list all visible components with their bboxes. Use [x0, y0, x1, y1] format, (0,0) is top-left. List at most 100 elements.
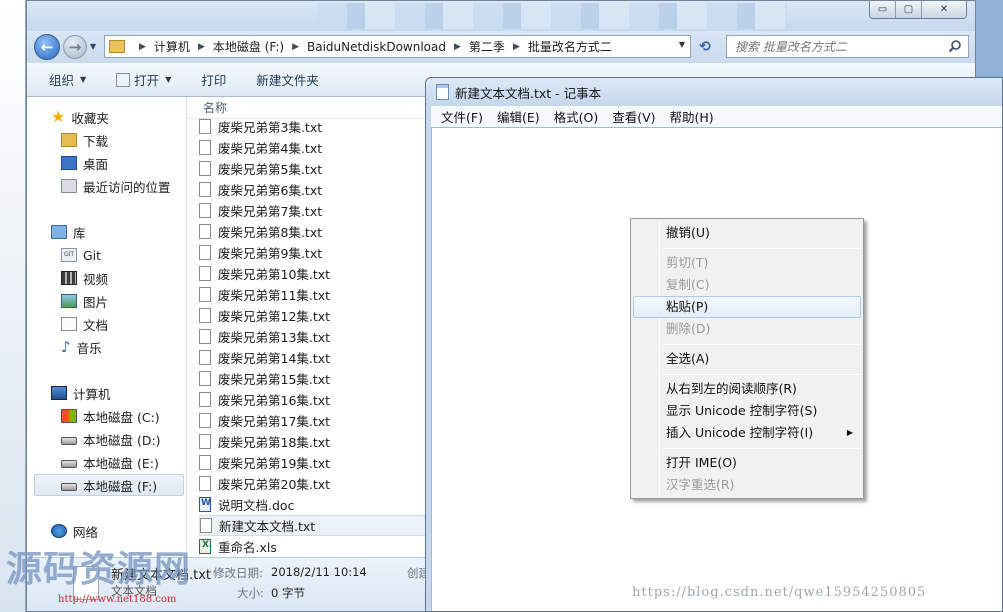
- history-dropdown-icon[interactable]: ▼: [90, 42, 96, 51]
- file-item[interactable]: 废柴兄弟第14集.txt: [199, 347, 427, 368]
- file-item[interactable]: 重命名.xls: [199, 536, 427, 557]
- breadcrumb-season-two[interactable]: 第二季: [469, 38, 505, 55]
- file-item[interactable]: 废柴兄弟第16集.txt: [199, 389, 427, 410]
- nav-computer[interactable]: 计算机: [51, 382, 111, 404]
- print-button[interactable]: 打印: [201, 70, 226, 89]
- file-item[interactable]: 废柴兄弟第5集.txt: [199, 158, 427, 179]
- file-item[interactable]: 废柴兄弟第6集.txt: [199, 179, 427, 200]
- forward-button[interactable]: →: [63, 35, 87, 59]
- breadcrumb-computer[interactable]: 计算机: [154, 38, 190, 55]
- file-item[interactable]: 废柴兄弟第17集.txt: [199, 410, 427, 431]
- nav-videos[interactable]: 视频: [61, 267, 108, 289]
- chevron-right-icon[interactable]: ▶: [292, 42, 299, 52]
- breadcrumb-current-folder[interactable]: 批量改名方式二: [528, 38, 612, 55]
- text-file-icon: [199, 413, 211, 428]
- open-button[interactable]: 打开 ▼: [116, 70, 171, 89]
- text-file-icon: [199, 119, 211, 134]
- file-item-selected[interactable]: 新建文本文档.txt: [199, 515, 427, 536]
- nav-favorites[interactable]: ★ 收藏夹: [51, 106, 109, 128]
- file-item[interactable]: 废柴兄弟第11集.txt: [199, 284, 427, 305]
- nav-drive-c[interactable]: 本地磁盘 (C:): [61, 405, 160, 427]
- nav-documents[interactable]: 文档: [61, 313, 108, 335]
- chevron-right-icon[interactable]: ▶: [139, 42, 146, 52]
- menu-item-paste[interactable]: 粘贴(P): [633, 296, 861, 318]
- navigation-row: ← → ▼ ▶ 计算机 ▶ 本地磁盘 (F:) ▶ BaiduNetdiskDo…: [27, 31, 975, 63]
- menu-item-delete[interactable]: 删除(D): [633, 318, 861, 340]
- nav-libraries[interactable]: 库: [51, 221, 86, 243]
- nav-git[interactable]: GIT Git: [61, 244, 101, 266]
- chevron-right-icon[interactable]: ▶: [454, 42, 461, 52]
- menu-item-rtl-reading[interactable]: 从右到左的阅读顺序(R): [633, 378, 861, 400]
- file-item[interactable]: 废柴兄弟第19集.txt: [199, 452, 427, 473]
- file-item[interactable]: 废柴兄弟第12集.txt: [199, 305, 427, 326]
- background-blur: [317, 3, 787, 29]
- submenu-arrow-icon: ▶: [846, 428, 853, 437]
- file-item[interactable]: 废柴兄弟第8集.txt: [199, 221, 427, 242]
- search-icon[interactable]: [948, 39, 962, 53]
- file-name: 重命名.xls: [218, 540, 277, 555]
- file-item[interactable]: 废柴兄弟第10集.txt: [199, 263, 427, 284]
- menu-item-show-unicode[interactable]: 显示 Unicode 控制字符(S): [633, 400, 861, 422]
- menu-item-undo[interactable]: 撤销(U): [633, 222, 861, 244]
- pictures-icon: [61, 294, 77, 308]
- address-dropdown-icon[interactable]: ▼: [679, 40, 685, 49]
- menu-item-reconversion[interactable]: 汉字重选(R): [633, 474, 861, 496]
- notepad-titlebar[interactable]: 新建文本文档.txt - 记事本: [426, 78, 1002, 106]
- menu-view[interactable]: 查看(V): [612, 107, 655, 126]
- breadcrumb-baidunetdisk[interactable]: BaiduNetdiskDownload: [307, 40, 446, 54]
- nav-drive-f[interactable]: 本地磁盘 (F:): [34, 474, 184, 496]
- file-item[interactable]: 说明文档.doc: [199, 494, 427, 515]
- menu-edit[interactable]: 编辑(E): [497, 107, 540, 126]
- print-label: 打印: [201, 73, 227, 88]
- address-bar[interactable]: ▶ 计算机 ▶ 本地磁盘 (F:) ▶ BaiduNetdiskDownload…: [104, 35, 691, 58]
- breadcrumb-drive-f[interactable]: 本地磁盘 (F:): [213, 38, 284, 55]
- details-size-value: 0 字节: [271, 586, 305, 600]
- notepad-icon: [436, 84, 449, 100]
- menu-file[interactable]: 文件(F): [441, 107, 483, 126]
- organize-button[interactable]: 组织 ▼: [49, 70, 86, 89]
- file-item[interactable]: 废柴兄弟第3集.txt: [199, 116, 427, 137]
- nav-pictures[interactable]: 图片: [61, 290, 108, 312]
- menu-item-cut[interactable]: 剪切(T): [633, 252, 861, 274]
- file-item[interactable]: 废柴兄弟第4集.txt: [199, 137, 427, 158]
- open-with-icon: [116, 72, 131, 87]
- nav-libraries-label: 库: [73, 225, 86, 241]
- back-button[interactable]: ←: [34, 34, 60, 60]
- file-item[interactable]: 废柴兄弟第7集.txt: [199, 200, 427, 221]
- file-item[interactable]: 废柴兄弟第15集.txt: [199, 368, 427, 389]
- refresh-button[interactable]: ⟲: [695, 38, 715, 56]
- chevron-right-icon[interactable]: ▶: [198, 42, 205, 52]
- nav-desktop[interactable]: 桌面: [61, 152, 108, 174]
- new-folder-button[interactable]: 新建文件夹: [256, 70, 319, 89]
- file-name: 废柴兄弟第12集.txt: [218, 309, 331, 324]
- nav-git-label: Git: [83, 247, 102, 263]
- file-item[interactable]: 废柴兄弟第9集.txt: [199, 242, 427, 263]
- git-library-icon: GIT: [61, 248, 77, 262]
- folder-icon: [109, 40, 125, 53]
- nav-videos-label: 视频: [83, 271, 109, 287]
- watermark-blog-url: https://blog.csdn.net/qwe15954250805: [632, 585, 927, 600]
- file-item[interactable]: 废柴兄弟第18集.txt: [199, 431, 427, 452]
- nav-recent[interactable]: 最近访问的位置: [61, 175, 171, 197]
- menu-item-insert-unicode[interactable]: 插入 Unicode 控制字符(I) ▶: [633, 422, 861, 444]
- file-item[interactable]: 废柴兄弟第20集.txt: [199, 473, 427, 494]
- chevron-right-icon[interactable]: ▶: [513, 42, 520, 52]
- menu-item-select-all[interactable]: 全选(A): [633, 348, 861, 370]
- close-button[interactable]: ✕: [922, 1, 966, 18]
- watermark-site-name: 源码资源网: [6, 548, 192, 590]
- search-input[interactable]: [727, 36, 937, 57]
- nav-drive-d[interactable]: 本地磁盘 (D:): [61, 428, 161, 450]
- maximize-button[interactable]: ▢: [896, 1, 922, 18]
- minimize-button[interactable]: ▭: [870, 1, 896, 18]
- text-file-icon: [199, 329, 211, 344]
- nav-downloads[interactable]: 下载: [61, 129, 108, 151]
- menu-item-copy[interactable]: 复制(C): [633, 274, 861, 296]
- nav-drive-e[interactable]: 本地磁盘 (E:): [61, 451, 159, 473]
- nav-network[interactable]: 网络: [51, 520, 98, 542]
- menu-item-open-ime[interactable]: 打开 IME(O): [633, 452, 861, 474]
- desktop-background: [0, 0, 26, 612]
- file-item[interactable]: 废柴兄弟第13集.txt: [199, 326, 427, 347]
- menu-format[interactable]: 格式(O): [554, 107, 599, 126]
- menu-help[interactable]: 帮助(H): [670, 107, 714, 126]
- nav-music[interactable]: ♪ 音乐: [61, 336, 102, 358]
